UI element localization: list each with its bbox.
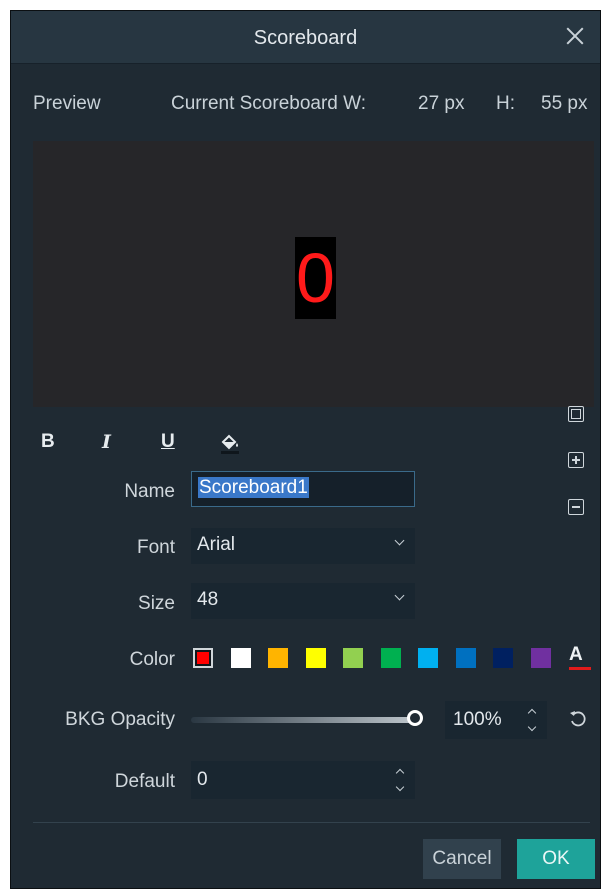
text-color-glyph: A (569, 644, 583, 665)
size-value: 48 (197, 589, 219, 610)
spin-arrows-icon[interactable] (527, 707, 537, 733)
bkg-opacity-label: BKG Opacity (65, 709, 175, 730)
footer-divider (33, 822, 590, 823)
zoom-out-icon[interactable] (568, 499, 584, 515)
color-swatch[interactable] (380, 648, 401, 668)
color-swatch[interactable] (493, 648, 513, 668)
default-value: 0 (197, 769, 208, 790)
color-swatch[interactable] (268, 648, 288, 668)
title-bar: Scoreboard (11, 11, 600, 64)
current-size-label: Current Scoreboard W: (171, 93, 367, 114)
spin-arrows-icon[interactable] (395, 767, 405, 793)
close-icon[interactable] (564, 25, 586, 47)
bold-button[interactable]: B (41, 431, 55, 455)
font-select[interactable]: Arial (191, 528, 415, 564)
width-value: 27 px (418, 93, 465, 114)
bkg-opacity-spinbox[interactable]: 100% (445, 701, 547, 739)
bkg-opacity-value: 100% (453, 709, 502, 730)
font-label: Font (136, 537, 175, 558)
text-color-icon[interactable]: A (569, 644, 591, 670)
color-label: Color (129, 649, 175, 670)
dialog-title: Scoreboard (253, 27, 358, 49)
scoreboard-dialog: Scoreboard Preview Current Scoreboard W:… (10, 10, 601, 889)
color-swatch[interactable] (455, 648, 476, 668)
preview-label: Preview (33, 93, 101, 114)
default-spinbox[interactable]: 0 (191, 761, 415, 799)
size-select[interactable]: 48 (191, 583, 415, 619)
italic-button[interactable]: I (102, 431, 111, 455)
ok-button[interactable]: OK (517, 839, 595, 879)
scoreboard-digit: 0 (295, 237, 336, 319)
default-label: Default (114, 771, 175, 792)
zoom-in-icon[interactable] (568, 452, 584, 468)
color-swatch[interactable] (530, 648, 551, 668)
underline-button[interactable]: U (161, 431, 175, 455)
size-label: Size (138, 593, 175, 614)
name-value: Scoreboard1 (198, 477, 309, 498)
name-label: Name (124, 481, 175, 502)
preview-info-row: Preview Current Scoreboard W: 27 px H: 5… (33, 93, 590, 119)
fit-screen-icon[interactable] (568, 406, 584, 422)
cancel-button[interactable]: Cancel (423, 839, 501, 879)
name-input[interactable]: Scoreboard1 (191, 471, 415, 507)
color-swatch[interactable] (230, 648, 251, 668)
height-value: 55 px (541, 93, 588, 114)
color-swatch[interactable] (418, 648, 438, 668)
color-swatch[interactable] (305, 648, 326, 668)
bkg-opacity-slider[interactable] (191, 717, 413, 723)
fill-color-icon[interactable] (218, 431, 242, 455)
height-label: H: (496, 93, 515, 114)
font-value: Arial (197, 534, 236, 555)
color-swatch[interactable] (343, 648, 363, 668)
reset-icon[interactable] (568, 709, 588, 729)
slider-handle[interactable] (407, 710, 423, 726)
color-swatch[interactable] (193, 648, 213, 668)
chevron-down-icon (394, 590, 405, 601)
chevron-down-icon (394, 535, 405, 546)
preview-area: 0 (33, 141, 594, 515)
